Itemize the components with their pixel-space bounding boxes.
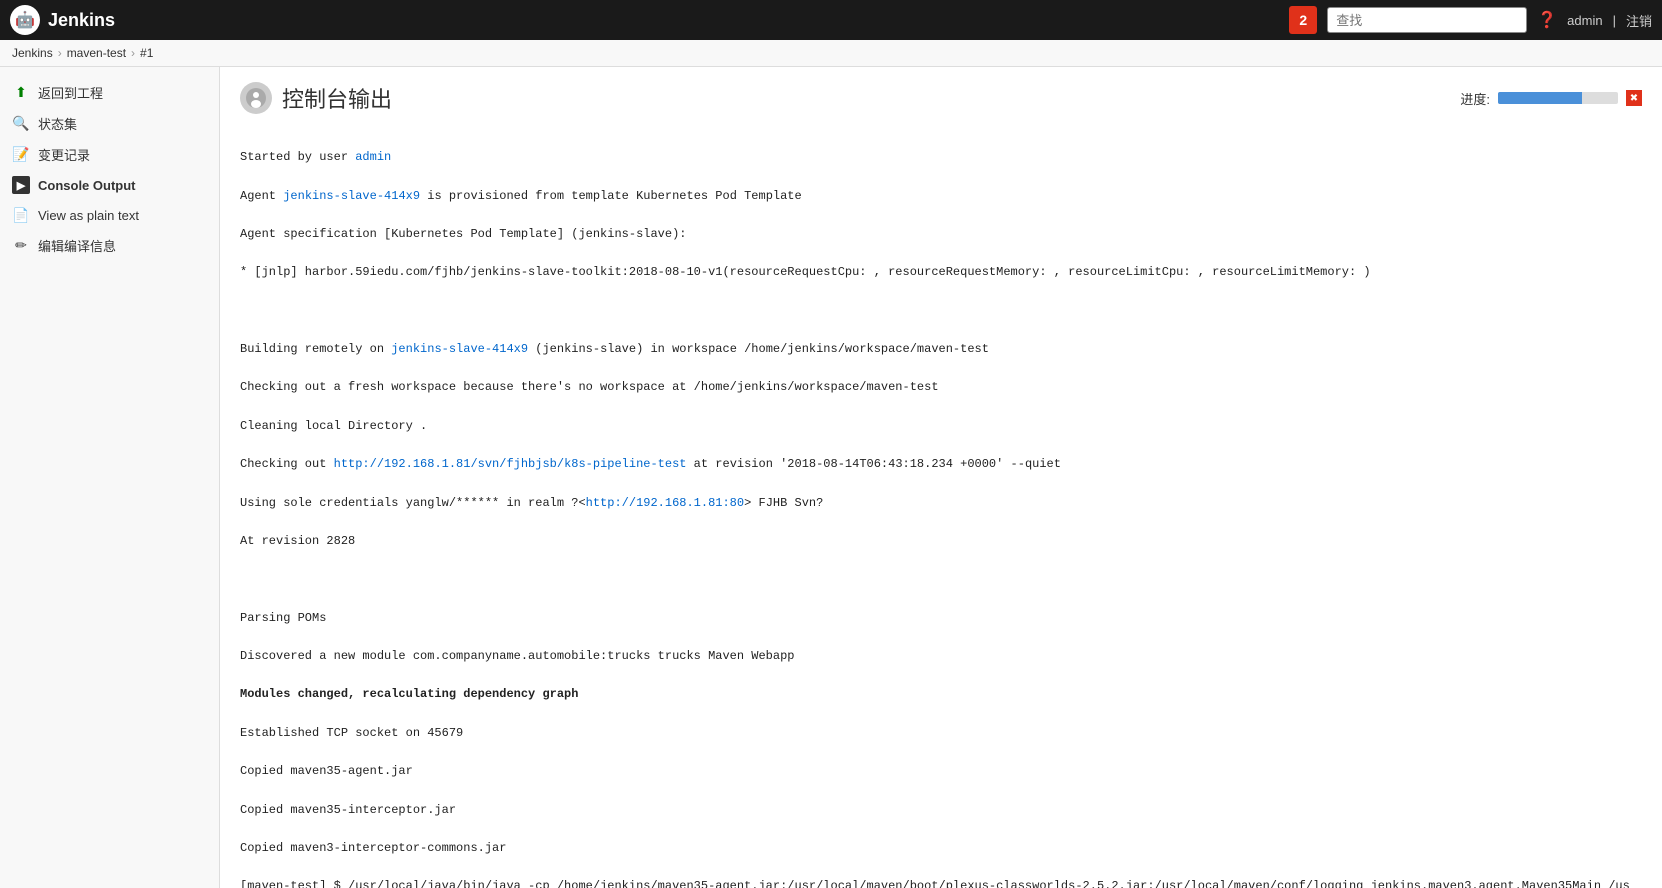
sidebar-label-changes: 变更记录 (38, 145, 90, 164)
progress-bar-container (1498, 92, 1618, 104)
console-icon: ▶ (12, 176, 30, 194)
slave-link-1[interactable]: jenkins-slave-414x9 (283, 189, 420, 203)
console-line: Modules changed, recalculating dependenc… (240, 685, 1642, 704)
console-line: Parsing POMs (240, 609, 1642, 628)
stop-build-button[interactable]: ✖ (1626, 90, 1642, 106)
search-input[interactable] (1327, 7, 1527, 33)
sidebar-item-back-to-project[interactable]: ⬆ 返回到工程 (0, 77, 219, 108)
console-line: Agent jenkins-slave-414x9 is provisioned… (240, 187, 1642, 206)
console-line: Copied maven35-interceptor.jar (240, 801, 1642, 820)
slave-link-2[interactable]: jenkins-slave-414x9 (391, 342, 528, 356)
logout-link[interactable]: 注销 (1626, 11, 1652, 30)
progress-area: 进度: ✖ (1460, 89, 1642, 108)
console-line: Started by user admin (240, 148, 1642, 167)
sidebar-label-back: 返回到工程 (38, 83, 103, 102)
main-layout: ⬆ 返回到工程 🔍 状态集 📝 变更记录 ▶ Console Output 📄 … (0, 67, 1662, 888)
content-area: 控制台输出 进度: ✖ Started by user admin Agent … (220, 67, 1662, 888)
notification-badge[interactable]: 2 (1289, 6, 1317, 34)
console-line: At revision 2828 (240, 532, 1642, 551)
console-line: Checking out a fresh workspace because t… (240, 378, 1642, 397)
console-output: Started by user admin Agent jenkins-slav… (240, 129, 1642, 888)
console-line: Checking out http://192.168.1.81/svn/fjh… (240, 455, 1642, 474)
progress-bar-fill (1498, 92, 1582, 104)
svn-realm-link[interactable]: http://192.168.1.81:80 (586, 496, 744, 510)
console-line: Cleaning local Directory . (240, 417, 1642, 436)
changes-icon: 📝 (12, 146, 30, 164)
sidebar-label-edit: 编辑编译信息 (38, 236, 116, 255)
sidebar-item-edit-build[interactable]: ✏ 编辑编译信息 (0, 230, 219, 261)
console-line: Building remotely on jenkins-slave-414x9… (240, 340, 1642, 359)
sidebar: ⬆ 返回到工程 🔍 状态集 📝 变更记录 ▶ Console Output 📄 … (0, 67, 220, 888)
app-name: Jenkins (48, 10, 115, 31)
topbar: 🤖 Jenkins 2 ❓ admin | 注销 (0, 0, 1662, 40)
console-line (240, 570, 1642, 589)
sidebar-label-status: 状态集 (38, 114, 77, 133)
help-icon[interactable]: ❓ (1537, 10, 1557, 30)
search-icon: 🔍 (12, 115, 30, 133)
page-title: 控制台输出 (240, 82, 392, 114)
jenkins-logo[interactable]: 🤖 Jenkins (10, 5, 115, 35)
console-line: Using sole credentials yanglw/****** in … (240, 494, 1642, 513)
admin-link[interactable]: admin (355, 150, 391, 164)
breadcrumb-sep-1: › (58, 46, 62, 60)
sidebar-label-plaintext: View as plain text (38, 208, 139, 223)
sidebar-item-console-output[interactable]: ▶ Console Output (0, 170, 219, 200)
page-title-icon (240, 82, 272, 114)
console-line: Established TCP socket on 45679 (240, 724, 1642, 743)
jenkins-avatar: 🤖 (10, 5, 40, 35)
page-title-bar: 控制台输出 进度: ✖ (240, 82, 1642, 114)
sidebar-item-view-plain[interactable]: 📄 View as plain text (0, 200, 219, 230)
console-line: Copied maven3-interceptor-commons.jar (240, 839, 1642, 858)
breadcrumb-sep-2: › (131, 46, 135, 60)
sidebar-label-console: Console Output (38, 178, 136, 193)
sidebar-item-changes[interactable]: 📝 变更记录 (0, 139, 219, 170)
edit-icon: ✏ (12, 237, 30, 255)
console-line: * [jnlp] harbor.59iedu.com/fjhb/jenkins-… (240, 263, 1642, 282)
console-line: Discovered a new module com.companyname.… (240, 647, 1642, 666)
progress-label: 进度: (1460, 89, 1490, 108)
breadcrumb-maven-test[interactable]: maven-test (67, 46, 126, 60)
console-line: Agent specification [Kubernetes Pod Temp… (240, 225, 1642, 244)
breadcrumb: Jenkins › maven-test › #1 (0, 40, 1662, 67)
page-title-text: 控制台输出 (282, 82, 392, 114)
svn-url-link[interactable]: http://192.168.1.81/svn/fjhbjsb/k8s-pipe… (334, 457, 687, 471)
breadcrumb-build[interactable]: #1 (140, 46, 153, 60)
arrow-up-icon: ⬆ (12, 84, 30, 102)
user-name[interactable]: admin (1567, 13, 1602, 28)
breadcrumb-jenkins[interactable]: Jenkins (12, 46, 53, 60)
sidebar-item-status[interactable]: 🔍 状态集 (0, 108, 219, 139)
console-line (240, 302, 1642, 321)
console-line: Copied maven35-agent.jar (240, 762, 1642, 781)
plaintext-icon: 📄 (12, 206, 30, 224)
